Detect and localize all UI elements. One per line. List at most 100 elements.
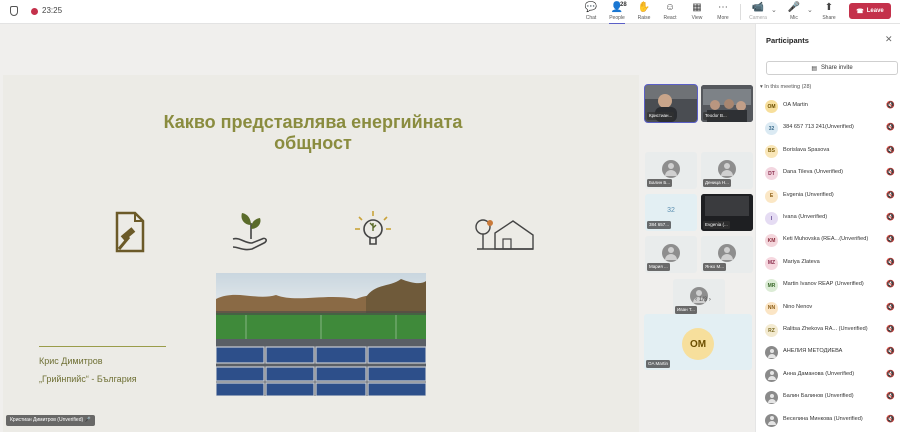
view-label: View: [691, 15, 703, 21]
tile-name-label: Teodor B...: [703, 112, 729, 120]
tile-name-label: Янко М...: [703, 263, 727, 271]
chevron-down-icon: ▾: [760, 84, 763, 90]
tile-name-label: Деница Н...: [703, 179, 731, 187]
mic-muted-icon: 🔇: [886, 102, 895, 109]
meeting-toolbar: 23:25 💬 Chat 👤 28 People ✋ Raise ☺ React…: [0, 0, 900, 24]
leave-button[interactable]: ☎ Leave: [849, 3, 891, 19]
react-button[interactable]: ☺ React: [659, 2, 681, 24]
participant-row[interactable]: I Ivana (Unverified) 🔇: [764, 210, 896, 226]
participant-name: Keti Muhovska (REA...(Unverified): [783, 236, 869, 243]
author-name: Крис Димитров: [39, 356, 103, 366]
pager-text: 1/3: [698, 297, 708, 303]
video-tile[interactable]: Мария ...: [645, 236, 697, 273]
people-count-badge: 28: [620, 2, 627, 8]
participant-name: АНЕЛИЯ МЕТОДИЕВА: [783, 348, 843, 355]
participant-row[interactable]: MR Martin Ivanov REAP (Unverified) 🔇: [764, 277, 896, 293]
chevron-right-icon[interactable]: ›: [709, 297, 711, 303]
tile-initials: 32: [667, 207, 675, 214]
avatar: [662, 160, 680, 178]
avatar: MZ: [765, 256, 778, 270]
mic-button[interactable]: 🎤 Mic: [783, 2, 805, 24]
video-tile[interactable]: 32 384 657...: [645, 194, 697, 231]
more-label: More: [717, 15, 729, 21]
mic-muted-icon: 🔇: [886, 191, 895, 199]
mic-icon: 🎤: [84, 417, 91, 423]
participant-name: Анна Даманова (Unverified): [783, 370, 855, 377]
avatar: I: [765, 212, 778, 225]
meeting-stage: Какво представлява енергийната общност К…: [0, 24, 755, 432]
close-icon[interactable]: ✕: [885, 34, 893, 45]
share-button[interactable]: ⬆ Share: [818, 2, 840, 24]
participant-name: OA Martin: [783, 102, 808, 108]
participant-name: Балин Балинов (Unverified): [783, 393, 854, 400]
video-tile[interactable]: Teodor B...: [701, 85, 753, 122]
video-tile[interactable]: Балин Б...: [645, 152, 697, 189]
avatar: [765, 391, 778, 405]
in-meeting-section-header[interactable]: ▾ In this meeting (28): [760, 84, 811, 90]
participant-row[interactable]: OM OA Martin 🔇: [764, 98, 896, 114]
share-invite-button[interactable]: ▤ Share invite: [766, 61, 898, 75]
video-tile[interactable]: Evgenia (...: [701, 194, 753, 231]
avatar: [718, 244, 736, 262]
share-invite-label: Share invite: [820, 65, 853, 71]
participant-row[interactable]: АНЕЛИЯ МЕТОДИЕВА 🔇: [764, 344, 896, 360]
shared-slide: Какво представлява енергийната общност К…: [3, 75, 639, 432]
avatar: [765, 413, 778, 427]
mic-muted-icon: 🔇: [886, 348, 895, 356]
participant-name: 384 657 713 241(Unverified): [783, 124, 854, 131]
chat-button[interactable]: 💬 Chat: [580, 2, 602, 24]
participant-name: Веселина Минкова (Unverified): [783, 415, 863, 422]
avatar: NN: [765, 301, 778, 315]
mic-muted-icon: 🔇: [886, 370, 895, 378]
author-organization: „Грийнпийс“ - България: [39, 374, 137, 384]
participant-row[interactable]: MZ Mariya Zlateva 🔇: [764, 255, 896, 271]
participant-row[interactable]: Анна Даманова (Unverified) 🔇: [764, 367, 896, 383]
avatar: [718, 160, 736, 178]
avatar: KM: [765, 234, 778, 248]
tile-name-label: Мария ...: [647, 263, 670, 271]
more-button[interactable]: ⋯ More: [712, 2, 734, 24]
mic-options-chevron-icon[interactable]: ⌄: [807, 6, 813, 14]
mic-muted-icon: 🔇: [886, 326, 895, 333]
avatar: [765, 346, 778, 360]
ellipsis-icon: ⋯: [718, 2, 728, 13]
mic-muted-icon: 🔇: [886, 124, 895, 132]
view-button[interactable]: ▦ View: [686, 2, 708, 24]
camera-options-chevron-icon[interactable]: ⌄: [771, 6, 777, 14]
participant-name: Dana Tileva (Unverified): [783, 169, 844, 176]
leave-label: Leave: [866, 8, 884, 14]
participant-row[interactable]: 32 384 657 713 241(Unverified) 🔇: [764, 120, 896, 136]
participants-panel: Participants ✕ ▤ Share invite ▾ In this …: [755, 24, 900, 432]
avatar: DT: [765, 167, 778, 181]
video-tile[interactable]: Янко М...: [701, 236, 753, 273]
slide-title: Какво представлява енергийната общност: [163, 112, 463, 153]
camera-button[interactable]: 📹 Camera: [747, 2, 769, 24]
participant-row[interactable]: Веселина Минкова (Unverified) 🔇: [764, 412, 896, 428]
video-tile[interactable]: Деница Н...: [701, 152, 753, 189]
tile-name-label: Кристиан...: [647, 112, 675, 120]
video-tile[interactable]: Кристиан...: [644, 84, 698, 123]
participant-name: Evgenia (Unverified): [783, 191, 834, 198]
mic-muted-icon: 🔇: [886, 281, 895, 289]
people-button[interactable]: 👤 28 People: [606, 2, 628, 24]
panel-title: Participants: [766, 36, 809, 45]
participant-row[interactable]: NN Nino Nenov 🔇: [764, 300, 896, 316]
share-invite-icon: ▤: [811, 65, 817, 72]
participant-row[interactable]: E Evgenia (Unverified) 🔇: [764, 188, 896, 204]
participant-row[interactable]: Балин Балинов (Unverified) 🔇: [764, 389, 896, 405]
chevron-left-icon[interactable]: ‹: [695, 297, 697, 303]
featured-participant-tile[interactable]: OM OA Martin: [644, 314, 752, 370]
raise-hand-button[interactable]: ✋ Raise: [633, 2, 655, 24]
share-screen-icon: ⬆: [824, 2, 834, 13]
participant-row[interactable]: DT Dana Tileva (Unverified) 🔇: [764, 165, 896, 181]
hand-plant-icon: [232, 213, 267, 251]
participant-row[interactable]: BS Borislava Spasova 🔇: [764, 143, 896, 159]
mic-muted-icon: 🔇: [886, 303, 895, 311]
solar-panels-photo: [216, 273, 426, 396]
mic-muted-icon: 🔇: [886, 393, 895, 401]
chat-label: Chat: [585, 15, 597, 21]
tile-pager: ‹ 1/3 ›: [683, 297, 723, 303]
participant-row[interactable]: KM Keti Muhovska (REA...(Unverified) 🔇: [764, 232, 896, 248]
participant-row[interactable]: RZ Ralitsa Zhekova RA... (Unverified) 🔇: [764, 322, 896, 338]
tile-name-label: Evgenia (...: [703, 221, 730, 229]
